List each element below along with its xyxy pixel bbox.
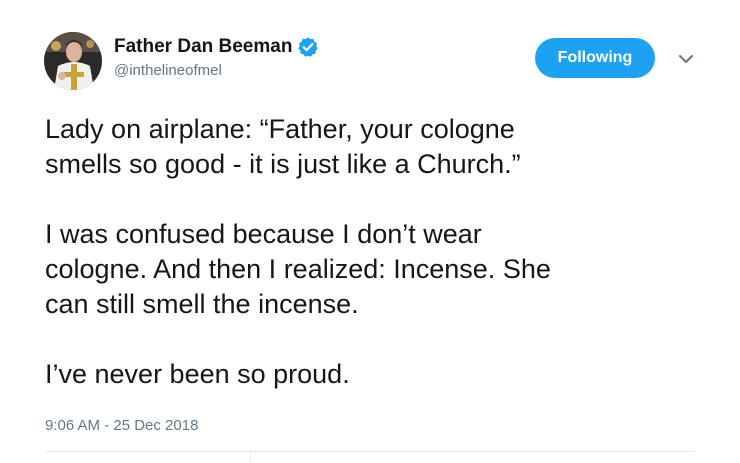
divider-tick: [250, 452, 251, 463]
chevron-down-icon[interactable]: [677, 52, 695, 64]
avatar[interactable]: [44, 32, 102, 90]
tweet-text: Lady on airplane: “Father, your cologne …: [45, 112, 705, 392]
tweet-paragraph: I’ve never been so proud.: [45, 359, 350, 389]
avatar-image: [44, 32, 102, 90]
display-name[interactable]: Father Dan Beeman: [114, 36, 292, 58]
verified-badge-icon: [297, 36, 319, 58]
divider: [45, 451, 695, 452]
tweet-paragraph: Lady on airplane: “Father, your cologne …: [45, 114, 521, 179]
author-name-row[interactable]: Father Dan Beeman: [114, 36, 319, 58]
tweet-paragraph: I was confused because I don’t wear colo…: [45, 219, 551, 319]
tweet-timestamp[interactable]: 9:06 AM - 25 Dec 2018: [45, 417, 198, 435]
following-button[interactable]: Following: [535, 38, 655, 78]
author-handle[interactable]: @inthelineofmel: [114, 62, 222, 80]
